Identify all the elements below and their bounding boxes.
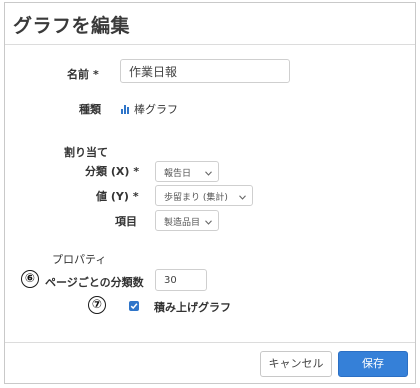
- value-select-value: 歩留まり (集計): [164, 193, 228, 203]
- chart-type-value: 棒グラフ: [134, 102, 178, 116]
- stacked-checkbox[interactable]: [129, 301, 139, 311]
- required-mark: *: [93, 68, 99, 81]
- chevron-down-icon: [205, 218, 212, 228]
- cancel-button[interactable]: キャンセル: [260, 351, 332, 377]
- chevron-down-icon: [205, 169, 212, 179]
- dialog-header: グラフを編集: [5, 3, 415, 45]
- save-button[interactable]: 保存: [338, 351, 408, 377]
- value-label-row: 値 (Y) *: [96, 188, 139, 204]
- value-label: 値 (Y): [96, 190, 129, 203]
- value-select[interactable]: 歩留まり (集計): [155, 185, 253, 206]
- chevron-down-icon: [239, 193, 246, 203]
- check-icon: [130, 303, 138, 310]
- required-mark: *: [132, 190, 139, 203]
- category-select-value: 報告日: [164, 169, 192, 179]
- chart-type: 棒グラフ: [121, 99, 178, 118]
- category-label: 分類 (X): [85, 165, 130, 178]
- dialog-title: グラフを編集: [13, 15, 131, 37]
- item-label: 項目: [115, 215, 137, 228]
- type-label: 種類: [79, 103, 101, 116]
- name-label-row: 名前 *: [67, 66, 99, 82]
- bar-chart-icon: [121, 99, 131, 118]
- per-page-input[interactable]: [155, 269, 207, 291]
- callout-badge-6: ⑥: [21, 270, 39, 288]
- name-label: 名前: [67, 68, 89, 81]
- category-select[interactable]: 報告日: [155, 161, 219, 182]
- category-label-row: 分類 (X) *: [85, 163, 139, 179]
- per-page-label: ページごとの分類数: [45, 276, 144, 289]
- stacked-label: 積み上げグラフ: [154, 301, 231, 314]
- edit-chart-dialog: グラフを編集 名前* 種類 棒グラフ 割り当て 分類 (X)* 報告日 値 (Y…: [4, 2, 416, 384]
- required-mark: *: [133, 165, 140, 178]
- properties-heading: プロパティ: [52, 253, 107, 266]
- callout-badge-7: ⑦: [88, 296, 106, 314]
- item-select[interactable]: 製造品目: [155, 210, 219, 231]
- name-input[interactable]: [120, 59, 290, 83]
- dialog-footer: キャンセル 保存: [5, 342, 415, 383]
- assignment-heading: 割り当て: [64, 146, 108, 159]
- item-select-value: 製造品目: [164, 218, 201, 228]
